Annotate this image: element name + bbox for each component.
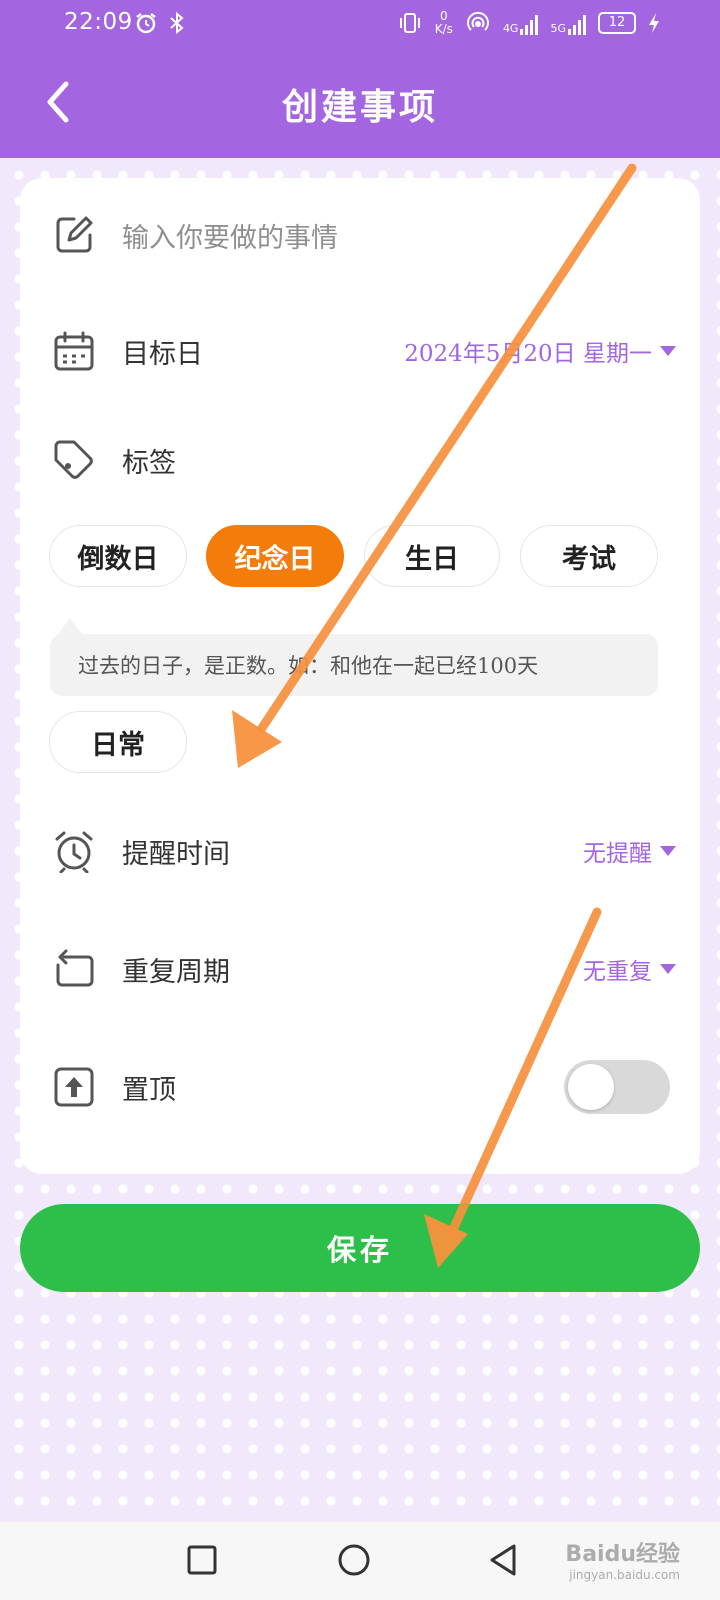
repeat-text: 无重复 [583,959,652,985]
tag-chip-daily[interactable]: 日常 [49,711,187,773]
status-time: 22:09 [64,9,133,35]
baidu-watermark: Baidu经验 jingyan.baidu.com [565,1536,680,1582]
home-icon[interactable] [334,1540,374,1580]
system-nav-bar: Baidu经验 jingyan.baidu.com [0,1522,720,1600]
reminder-text: 无提醒 [583,841,652,867]
repeat-label: 重复周期 [122,956,230,988]
tag-row: 标签 [20,425,700,495]
tag-chip-countdown[interactable]: 倒数日 [49,525,187,587]
repeat-icon [56,949,94,987]
pin-label: 置顶 [122,1074,176,1106]
tag-label: 标签 [122,447,176,479]
dropdown-arrow-icon [660,346,676,356]
header-bar: 22:09 0 K/s 4G 5G 12 创建事项 [0,0,720,158]
tag-hint: 过去的日子，是正数。如：和他在一起已经100天 [50,634,658,696]
nav-bar: 创建事项 [0,62,720,142]
target-date-text: 2024年5月20日 星期一 [404,341,652,367]
target-date-label: 目标日 [122,338,203,370]
watermark-text: Baidu经验 [565,1542,680,1567]
tag-icon [54,440,93,479]
recent-apps-icon[interactable] [182,1540,222,1580]
form-card: 输入你要做的事情 目标日 2024年5月20日 星期一 标签 倒数日 纪念日 生… [20,178,700,1174]
title-input[interactable]: 输入你要做的事情 [122,216,338,255]
reminder-row[interactable]: 提醒时间 无提醒 [20,816,700,886]
dropdown-arrow-icon [660,964,676,974]
title-input-row[interactable]: 输入你要做的事情 [20,200,700,270]
status-bar: 22:09 0 K/s 4G 5G 12 [0,0,720,48]
speed-unit: K/s [434,22,453,36]
signal-5g: 5G [550,11,586,35]
tag-chip-anniversary[interactable]: 纪念日 [206,525,344,587]
repeat-value[interactable]: 无重复 [583,952,676,986]
bluetooth-icon [170,11,184,35]
net-label-4g: 4G [502,22,519,35]
repeat-row[interactable]: 重复周期 无重复 [20,934,700,1004]
alarm-status-icon [136,13,156,34]
calendar-icon [54,331,94,371]
tag-chip-birthday[interactable]: 生日 [364,525,500,587]
target-date-row[interactable]: 目标日 2024年5月20日 星期一 [20,316,700,386]
target-date-value[interactable]: 2024年5月20日 星期一 [404,334,676,368]
vibrate-icon [399,13,420,33]
save-button[interactable]: 保存 [20,1204,700,1292]
page-title: 创建事项 [281,86,438,128]
pin-row: 置顶 [20,1052,700,1122]
network-speed: 0 K/s [435,10,453,36]
signal-4g: 4G [503,11,539,35]
hotspot-icon [466,11,489,31]
battery-icon: 12 [598,12,636,34]
net-label-5g: 5G [550,22,566,35]
watermark-url: jingyan.baidu.com [569,1568,680,1582]
hint-pointer [58,618,82,634]
reminder-label: 提醒时间 [122,838,230,870]
pin-top-icon [54,1067,94,1107]
back-nav-icon[interactable] [484,1540,524,1580]
charging-icon [649,13,659,33]
alarm-clock-icon [55,831,93,873]
tag-chip-exam[interactable]: 考试 [520,525,658,587]
edit-icon [56,216,93,253]
reminder-value[interactable]: 无提醒 [583,834,676,868]
dropdown-arrow-icon [660,846,676,856]
toggle-knob [568,1064,614,1110]
pin-toggle[interactable] [564,1060,670,1114]
